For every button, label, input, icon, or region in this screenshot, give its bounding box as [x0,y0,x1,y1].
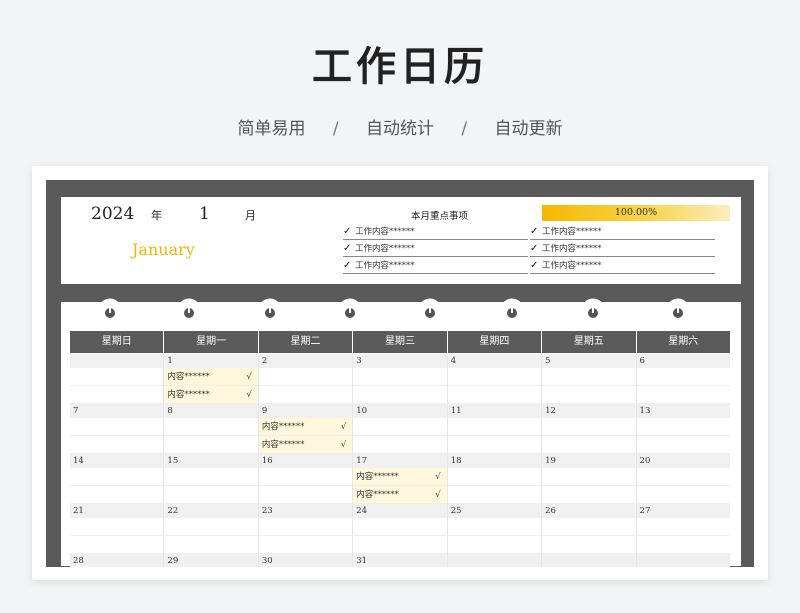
day-cell[interactable]: 31 [353,554,448,567]
day-cell[interactable] [70,354,165,404]
day-cell[interactable]: 30 [258,554,354,567]
day-cell[interactable]: 3 [353,354,448,404]
day-cell[interactable] [636,554,730,567]
day-cell[interactable]: 16 [258,454,354,504]
check-icon: √ [435,490,441,500]
binder-ring-icon [500,298,524,322]
binder-ring-icon [98,298,122,322]
check-icon: ✓ [343,243,352,254]
check-icon: √ [246,390,252,400]
week-row: 7 8 9 内容****** √ 内容****** √ 10 11 12 13 [70,404,730,454]
focus-item[interactable]: ✓ 工作内容****** [343,225,528,240]
weekday-tue: 星期二 [258,331,354,353]
event-item[interactable]: 内容****** √ [164,386,258,404]
day-cell[interactable]: 7 [70,404,165,454]
check-icon: ✓ [343,260,352,271]
weekday-wed: 星期三 [353,331,448,353]
day-cell[interactable]: 2 [258,354,354,404]
day-cell[interactable]: 10 [353,404,448,454]
tagline-easy: 简单易用 [237,119,306,139]
binder-ring-icon [177,298,201,322]
day-cell[interactable]: 27 [636,504,730,554]
month-name: January [132,240,195,259]
tagline-auto-stats: 自动统计 [366,119,434,139]
day-cell[interactable]: 9 内容****** √ 内容****** √ [258,404,354,454]
event-item[interactable]: 内容****** √ [258,418,353,436]
weekday-sun: 星期日 [70,331,165,353]
day-cell[interactable] [447,554,543,567]
day-cell[interactable]: 17 内容****** √ 内容****** √ [353,454,448,504]
year-cell[interactable]: 2024 [91,204,134,224]
focus-item[interactable]: ✓ 工作内容****** [530,242,715,257]
binder-ring-icon [258,298,282,322]
day-cell[interactable]: 29 [164,554,259,567]
check-icon: ✓ [530,243,539,254]
tagline-separator: / [461,119,468,139]
day-cell[interactable]: 18 [447,454,543,504]
weekday-header: 星期日 星期一 星期二 星期三 星期四 星期五 星期六 [70,331,730,353]
check-icon: ✓ [530,226,539,237]
weekday-mon: 星期一 [164,331,259,353]
day-cell[interactable]: 28 [70,554,165,567]
day-cell[interactable]: 23 [258,504,354,554]
week-row: 1 内容****** √ 内容****** √ 2 3 4 5 6 [70,354,730,404]
focus-item[interactable]: ✓ 工作内容****** [530,225,715,240]
day-cell[interactable]: 5 [542,354,637,404]
focus-item[interactable]: ✓ 工作内容****** [530,259,715,274]
day-cell[interactable]: 15 [164,454,259,504]
weekday-sat: 星期六 [636,331,730,353]
month-cell[interactable]: 1 [199,204,210,224]
binder-ring-icon [581,298,605,322]
check-icon: √ [340,440,347,450]
tagline-auto-update: 自动更新 [494,119,563,139]
tagline: 简单易用 / 自动统计 / 自动更新 [0,114,800,139]
day-cell[interactable]: 26 [542,504,637,554]
day-cell[interactable]: 6 [636,354,730,404]
day-cell[interactable]: 25 [447,504,543,554]
year-unit: 年 [151,209,162,222]
day-cell[interactable]: 1 内容****** √ 内容****** √ [164,354,259,404]
event-item[interactable]: 内容****** √ [353,468,447,486]
day-cell[interactable]: 8 [164,404,259,454]
check-icon: ✓ [343,226,352,237]
day-cell[interactable]: 4 [447,354,543,404]
event-item[interactable]: 内容****** √ [353,486,447,504]
day-cell[interactable]: 24 [353,504,448,554]
day-cell[interactable]: 12 [542,404,637,454]
progress-label: 100.00% [614,207,658,218]
calendar-grid: 星期日 星期一 星期二 星期三 星期四 星期五 星期六 1 内容****** √ … [70,331,730,567]
day-cell[interactable]: 19 [542,454,637,504]
check-icon: √ [246,372,252,382]
check-icon: ✓ [530,260,539,271]
event-item[interactable]: 内容****** √ [164,368,258,386]
day-cell[interactable]: 11 [447,404,543,454]
check-icon: √ [340,422,347,432]
day-cell[interactable]: 21 [70,504,165,554]
check-icon: √ [435,472,441,482]
day-cell[interactable]: 22 [164,504,259,554]
binder-ring-icon [338,298,362,322]
header-panel: 2024 年 1 月 January 本月重点事项 100.00% ✓ 工作内容*… [61,197,741,284]
focus-item[interactable]: ✓ 工作内容****** [343,242,528,257]
progress-bar: 100.00% [542,205,730,221]
week-row: 21 22 23 24 25 26 27 [70,504,730,554]
binder-ring-icon [418,298,442,322]
weekday-thu: 星期四 [447,331,543,353]
focus-item[interactable]: ✓ 工作内容****** [343,259,528,274]
focus-title: 本月重点事项 [411,211,469,222]
weekday-fri: 星期五 [542,331,637,353]
page-title: 工作日历 [312,44,488,90]
day-cell[interactable]: 13 [636,404,730,454]
tagline-separator: / [332,119,339,139]
week-row: 14 15 16 17 内容****** √ 内容****** √ 18 19 20 [70,454,730,504]
day-cell[interactable] [542,554,637,567]
binder-ring-icon [666,298,690,322]
day-cell[interactable]: 20 [636,454,730,504]
week-row: 28 29 30 31 [70,554,730,567]
day-cell[interactable]: 14 [70,454,165,504]
event-item[interactable]: 内容****** √ [258,436,353,454]
month-unit: 月 [245,209,256,222]
